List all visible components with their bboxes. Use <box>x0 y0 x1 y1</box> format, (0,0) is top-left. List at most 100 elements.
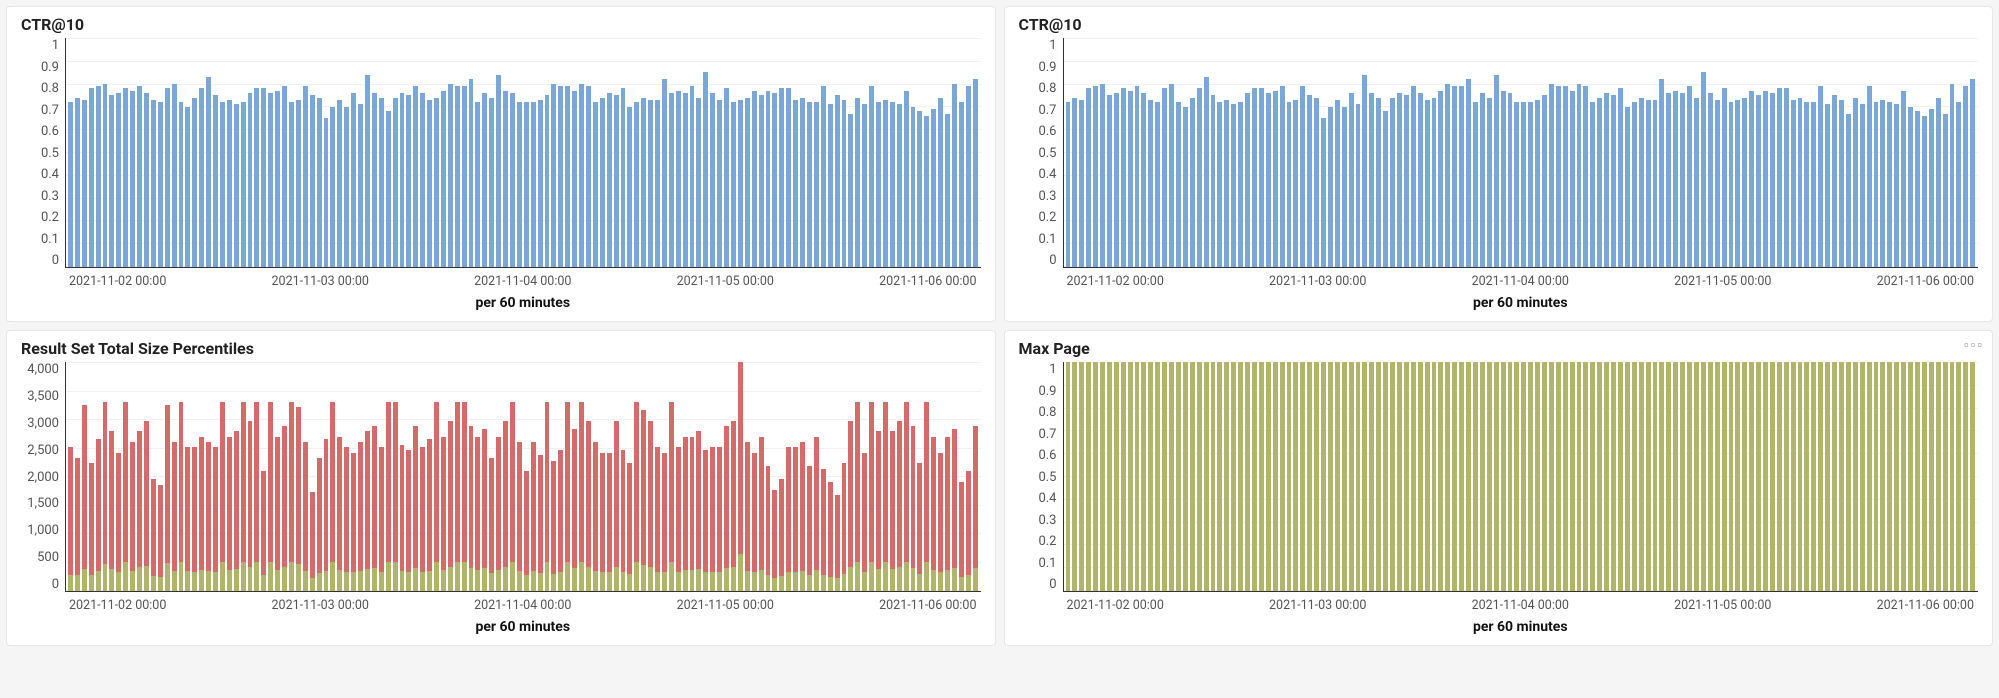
bar[interactable] <box>172 362 177 591</box>
bar[interactable] <box>1176 362 1181 591</box>
bar[interactable] <box>1956 102 1961 267</box>
bar[interactable] <box>413 362 418 591</box>
bar[interactable] <box>772 93 777 267</box>
bar[interactable] <box>1570 362 1575 591</box>
bar[interactable] <box>1839 362 1844 591</box>
bar[interactable] <box>1604 93 1609 267</box>
bar[interactable] <box>807 102 812 267</box>
bar[interactable] <box>1411 362 1416 591</box>
bar[interactable] <box>1874 362 1879 591</box>
bar[interactable] <box>1349 362 1354 591</box>
bar[interactable] <box>600 98 605 267</box>
bar[interactable] <box>821 362 826 591</box>
bar[interactable] <box>1404 362 1409 591</box>
bar[interactable] <box>1466 79 1471 267</box>
bar[interactable] <box>1259 88 1264 267</box>
bar[interactable] <box>1211 362 1216 591</box>
bar[interactable] <box>779 362 784 591</box>
bar[interactable] <box>842 100 847 267</box>
bar[interactable] <box>1887 362 1892 591</box>
bar[interactable] <box>1066 102 1071 267</box>
bar[interactable] <box>1708 362 1713 591</box>
bar[interactable] <box>1742 362 1747 591</box>
bar[interactable] <box>703 362 708 591</box>
bar[interactable] <box>1701 362 1706 591</box>
bar[interactable] <box>1293 362 1298 591</box>
bar[interactable] <box>1183 107 1188 267</box>
bar[interactable] <box>862 362 867 591</box>
bar[interactable] <box>973 362 978 591</box>
bar[interactable] <box>1438 362 1443 591</box>
bar[interactable] <box>1943 362 1948 591</box>
bar[interactable] <box>1590 102 1595 267</box>
bar[interactable] <box>455 362 460 591</box>
bar[interactable] <box>68 362 73 591</box>
bar[interactable] <box>1432 362 1437 591</box>
bar[interactable] <box>1148 362 1153 591</box>
plot-area[interactable] <box>65 38 981 268</box>
bar[interactable] <box>282 86 287 267</box>
bar[interactable] <box>185 107 190 267</box>
bar[interactable] <box>572 91 577 267</box>
bar[interactable] <box>931 362 936 591</box>
bar[interactable] <box>234 362 239 591</box>
bar[interactable] <box>1860 104 1865 267</box>
bar[interactable] <box>1666 93 1671 267</box>
bar[interactable] <box>1680 362 1685 591</box>
bar[interactable] <box>738 100 743 267</box>
bar[interactable] <box>545 362 550 591</box>
bar[interactable] <box>1825 362 1830 591</box>
bar[interactable] <box>904 91 909 267</box>
bar[interactable] <box>1252 362 1257 591</box>
bar[interactable] <box>627 107 632 267</box>
bar[interactable] <box>1418 362 1423 591</box>
bar[interactable] <box>1549 84 1554 267</box>
bar[interactable] <box>1756 362 1761 591</box>
bar[interactable] <box>538 362 543 591</box>
bar[interactable] <box>496 75 501 267</box>
bar[interactable] <box>1280 362 1285 591</box>
bar[interactable] <box>1411 86 1416 267</box>
bar[interactable] <box>261 88 266 267</box>
bar[interactable] <box>883 100 888 267</box>
bar[interactable] <box>545 95 550 267</box>
bar[interactable] <box>475 362 480 591</box>
bar[interactable] <box>130 91 135 267</box>
bar[interactable] <box>1784 362 1789 591</box>
bar[interactable] <box>324 118 329 267</box>
bar[interactable] <box>1135 362 1140 591</box>
bar[interactable] <box>1618 88 1623 267</box>
bar[interactable] <box>1535 100 1540 267</box>
bar[interactable] <box>1756 95 1761 267</box>
bar[interactable] <box>745 362 750 591</box>
bar[interactable] <box>379 98 384 267</box>
bar[interactable] <box>717 100 722 267</box>
bar[interactable] <box>565 86 570 267</box>
bar[interactable] <box>966 362 971 591</box>
bar[interactable] <box>1625 107 1630 267</box>
bar[interactable] <box>1653 362 1658 591</box>
bar[interactable] <box>1494 362 1499 591</box>
bar[interactable] <box>1625 362 1630 591</box>
bar[interactable] <box>786 362 791 591</box>
bar[interactable] <box>1784 88 1789 267</box>
bar[interactable] <box>406 362 411 591</box>
bar[interactable] <box>1217 102 1222 267</box>
bar[interactable] <box>241 102 246 267</box>
bar[interactable] <box>1107 362 1112 591</box>
bar[interactable] <box>1708 93 1713 267</box>
bar[interactable] <box>966 86 971 267</box>
panel-menu-icon[interactable]: ▫▫▫ <box>1964 337 1984 353</box>
plot-area[interactable] <box>1063 38 1979 268</box>
bar[interactable] <box>1342 362 1347 591</box>
bar[interactable] <box>655 100 660 267</box>
bar[interactable] <box>1818 362 1823 591</box>
bar[interactable] <box>717 362 722 591</box>
bar[interactable] <box>1231 362 1236 591</box>
bar[interactable] <box>1093 362 1098 591</box>
bar[interactable] <box>1390 98 1395 267</box>
bar[interactable] <box>876 362 881 591</box>
bar[interactable] <box>621 88 626 267</box>
bar[interactable] <box>1162 88 1167 267</box>
bar[interactable] <box>814 102 819 267</box>
